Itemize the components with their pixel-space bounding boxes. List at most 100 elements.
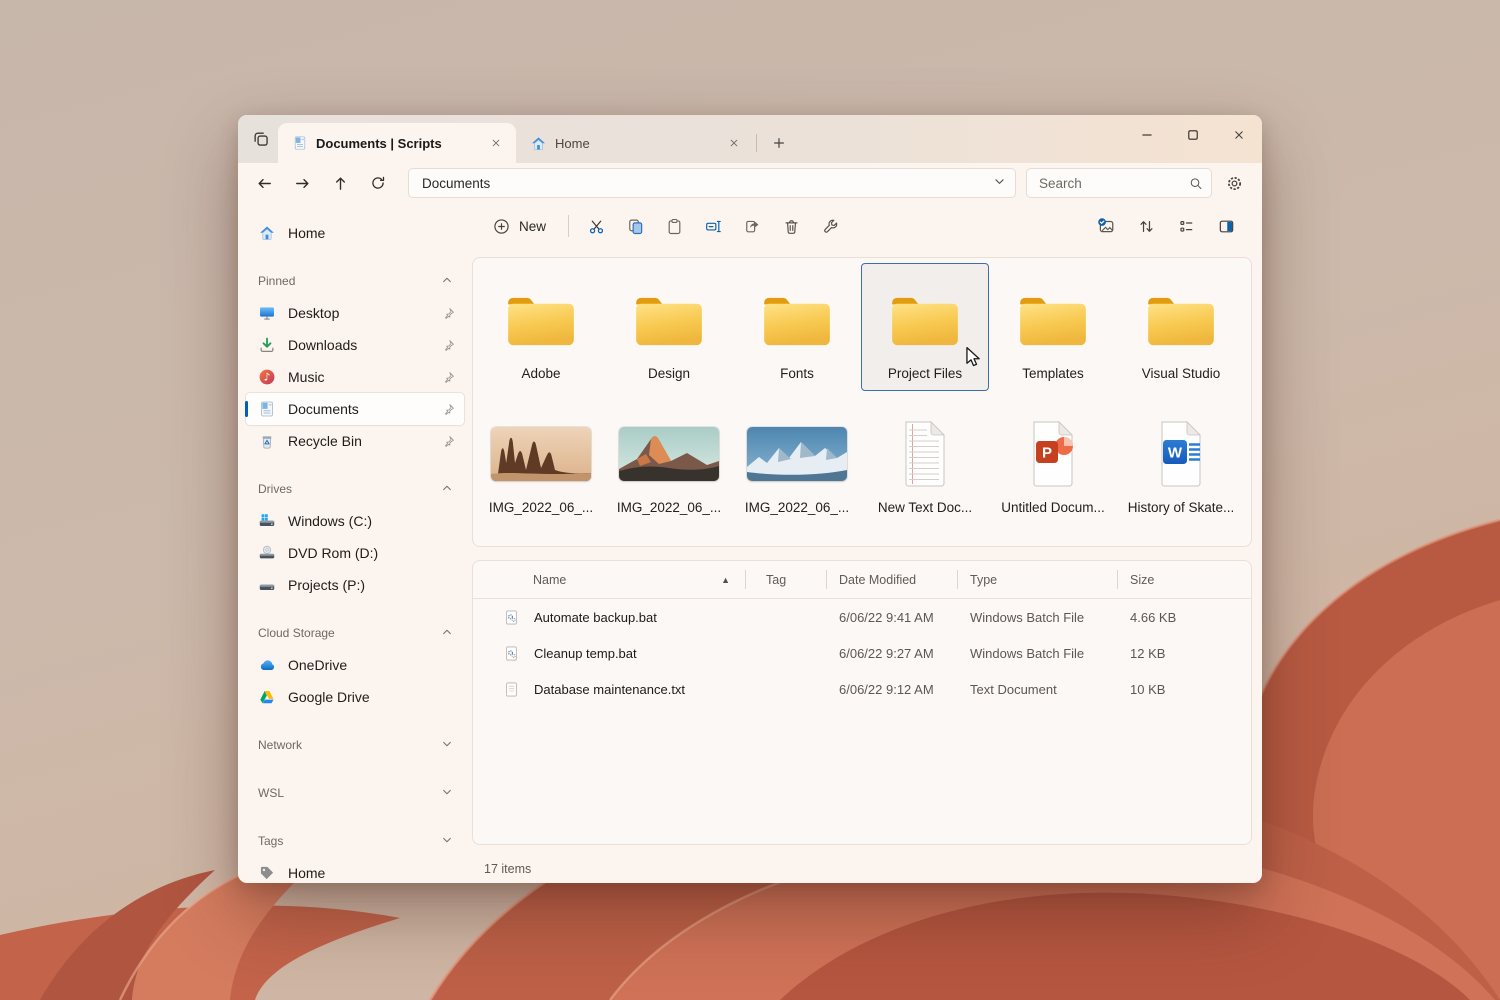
chevron-down-icon[interactable]	[440, 785, 454, 802]
home-tab-icon	[530, 135, 547, 152]
cut-button[interactable]	[578, 209, 614, 243]
table-row-database-maintenance[interactable]: Database maintenance.txt 6/06/22 9:12 AM…	[473, 671, 1251, 707]
window-content: Home Pinned Desktop Downloads Music	[238, 203, 1262, 883]
sidebar-section-drives[interactable]: Drives	[246, 477, 464, 501]
table-row-automate-backup[interactable]: Automate backup.bat 6/06/22 9:41 AM Wind…	[473, 599, 1251, 635]
file-list-table: Name ▲ Tag Date Modified Type Size Autom…	[472, 560, 1252, 845]
back-button[interactable]	[248, 167, 280, 199]
up-button[interactable]	[324, 167, 356, 199]
paste-button[interactable]	[656, 209, 692, 243]
image-thumbnail-sunset	[619, 427, 719, 481]
address-bar[interactable]: Documents	[408, 168, 1016, 198]
close-tab-icon[interactable]	[484, 131, 508, 155]
chevron-up-icon[interactable]	[440, 625, 454, 642]
section-label: WSL	[258, 786, 284, 800]
forward-button[interactable]	[286, 167, 318, 199]
tab-documents-scripts[interactable]: Documents | Scripts	[278, 123, 516, 163]
sidebar-section-wsl[interactable]: WSL	[246, 781, 464, 805]
sidebar-item-tag-home[interactable]: Home	[246, 857, 464, 883]
chevron-down-icon[interactable]	[992, 174, 1007, 192]
chevron-up-icon[interactable]	[440, 481, 454, 498]
column-header-type[interactable]: Type	[958, 561, 1118, 598]
sort-ascending-icon: ▲	[721, 575, 730, 585]
share-button[interactable]	[734, 209, 770, 243]
search-icon	[1189, 176, 1203, 191]
sidebar-item-dvd-d[interactable]: DVD Rom (D:)	[246, 537, 464, 569]
sidebar-item-home[interactable]: Home	[246, 217, 464, 249]
pin-icon[interactable]	[441, 402, 456, 417]
folder-tile-adobe[interactable]: Adobe	[477, 263, 605, 391]
new-button-label: New	[519, 219, 546, 234]
sidebar-section-network[interactable]: Network	[246, 733, 464, 757]
refresh-button[interactable]	[362, 167, 394, 199]
details-pane-button[interactable]	[1208, 209, 1244, 243]
column-header-name[interactable]: Name ▲	[473, 561, 746, 598]
sidebar-item-documents[interactable]: Documents	[246, 393, 464, 425]
sort-button[interactable]	[1128, 209, 1164, 243]
copy-button[interactable]	[617, 209, 653, 243]
chevron-up-icon[interactable]	[440, 273, 454, 290]
sidebar-item-windows-c[interactable]: Windows (C:)	[246, 505, 464, 537]
folder-tile-visual-studio[interactable]: Visual Studio	[1117, 263, 1245, 391]
sidebar-item-desktop[interactable]: Desktop	[246, 297, 464, 329]
new-button[interactable]: New	[480, 209, 559, 243]
folder-icon	[1014, 289, 1092, 351]
image-tile-1[interactable]: IMG_2022_06_...	[477, 397, 605, 525]
toolbar-view-group	[1088, 209, 1248, 243]
pin-icon[interactable]	[441, 370, 456, 385]
sidebar-section-tags[interactable]: Tags	[246, 829, 464, 853]
column-header-size[interactable]: Size	[1118, 561, 1251, 598]
folder-tile-fonts[interactable]: Fonts	[733, 263, 861, 391]
pin-icon[interactable]	[441, 338, 456, 353]
close-tab-icon[interactable]	[722, 131, 746, 155]
music-icon	[258, 368, 276, 386]
sidebar-item-downloads[interactable]: Downloads	[246, 329, 464, 361]
file-tile-history-of-skate[interactable]: History of Skate...	[1117, 397, 1245, 525]
powerpoint-document-icon	[1025, 420, 1081, 488]
google-drive-icon	[258, 688, 276, 706]
sidebar-item-google-drive[interactable]: Google Drive	[246, 681, 464, 713]
sidebar-item-onedrive[interactable]: OneDrive	[246, 649, 464, 681]
folder-tile-templates[interactable]: Templates	[989, 263, 1117, 391]
search-box[interactable]	[1026, 168, 1212, 198]
sidebar-item-music[interactable]: Music	[246, 361, 464, 393]
sidebar-item-label: Projects (P:)	[288, 577, 365, 593]
rename-button[interactable]	[695, 209, 731, 243]
folder-tile-project-files[interactable]: Project Files	[861, 263, 989, 391]
image-tile-2[interactable]: IMG_2022_06_...	[605, 397, 733, 525]
drive-icon	[258, 576, 276, 594]
column-header-date-modified[interactable]: Date Modified	[827, 561, 958, 598]
minimize-button[interactable]	[1124, 115, 1170, 155]
tag-icon	[258, 864, 276, 882]
pin-icon[interactable]	[441, 306, 456, 321]
delete-button[interactable]	[773, 209, 809, 243]
file-tile-new-text-doc[interactable]: New Text Doc...	[861, 397, 989, 525]
maximize-button[interactable]	[1170, 115, 1216, 155]
file-size: 4.66 KB	[1118, 610, 1251, 625]
new-tab-button[interactable]	[765, 129, 793, 157]
sidebar-item-projects-p[interactable]: Projects (P:)	[246, 569, 464, 601]
settings-gear-button[interactable]	[1218, 167, 1250, 199]
tab-home[interactable]: Home	[516, 123, 754, 163]
sidebar-section-pinned[interactable]: Pinned	[246, 269, 464, 293]
chevron-down-icon[interactable]	[440, 833, 454, 850]
table-row-cleanup-temp[interactable]: Cleanup temp.bat 6/06/22 9:27 AM Windows…	[473, 635, 1251, 671]
folder-icon	[886, 289, 964, 351]
tab-list-button[interactable]	[247, 125, 275, 153]
image-tile-3[interactable]: IMG_2022_06_...	[733, 397, 861, 525]
search-input[interactable]	[1039, 176, 1189, 191]
chevron-down-icon[interactable]	[440, 737, 454, 754]
column-header-tag[interactable]: Tag	[746, 561, 827, 598]
properties-wrench-button[interactable]	[812, 209, 848, 243]
sync-status-button[interactable]	[1088, 209, 1124, 243]
table-header-row: Name ▲ Tag Date Modified Type Size	[473, 561, 1251, 599]
sidebar-section-cloud-storage[interactable]: Cloud Storage	[246, 621, 464, 645]
close-button[interactable]	[1216, 115, 1262, 155]
file-tile-untitled-document[interactable]: Untitled Docum...	[989, 397, 1117, 525]
pin-icon[interactable]	[441, 434, 456, 449]
folder-tile-design[interactable]: Design	[605, 263, 733, 391]
view-options-button[interactable]	[1168, 209, 1204, 243]
sidebar-item-label: Home	[288, 865, 325, 881]
sidebar-item-recycle-bin[interactable]: Recycle Bin	[246, 425, 464, 457]
file-label: IMG_2022_06_...	[617, 500, 721, 516]
